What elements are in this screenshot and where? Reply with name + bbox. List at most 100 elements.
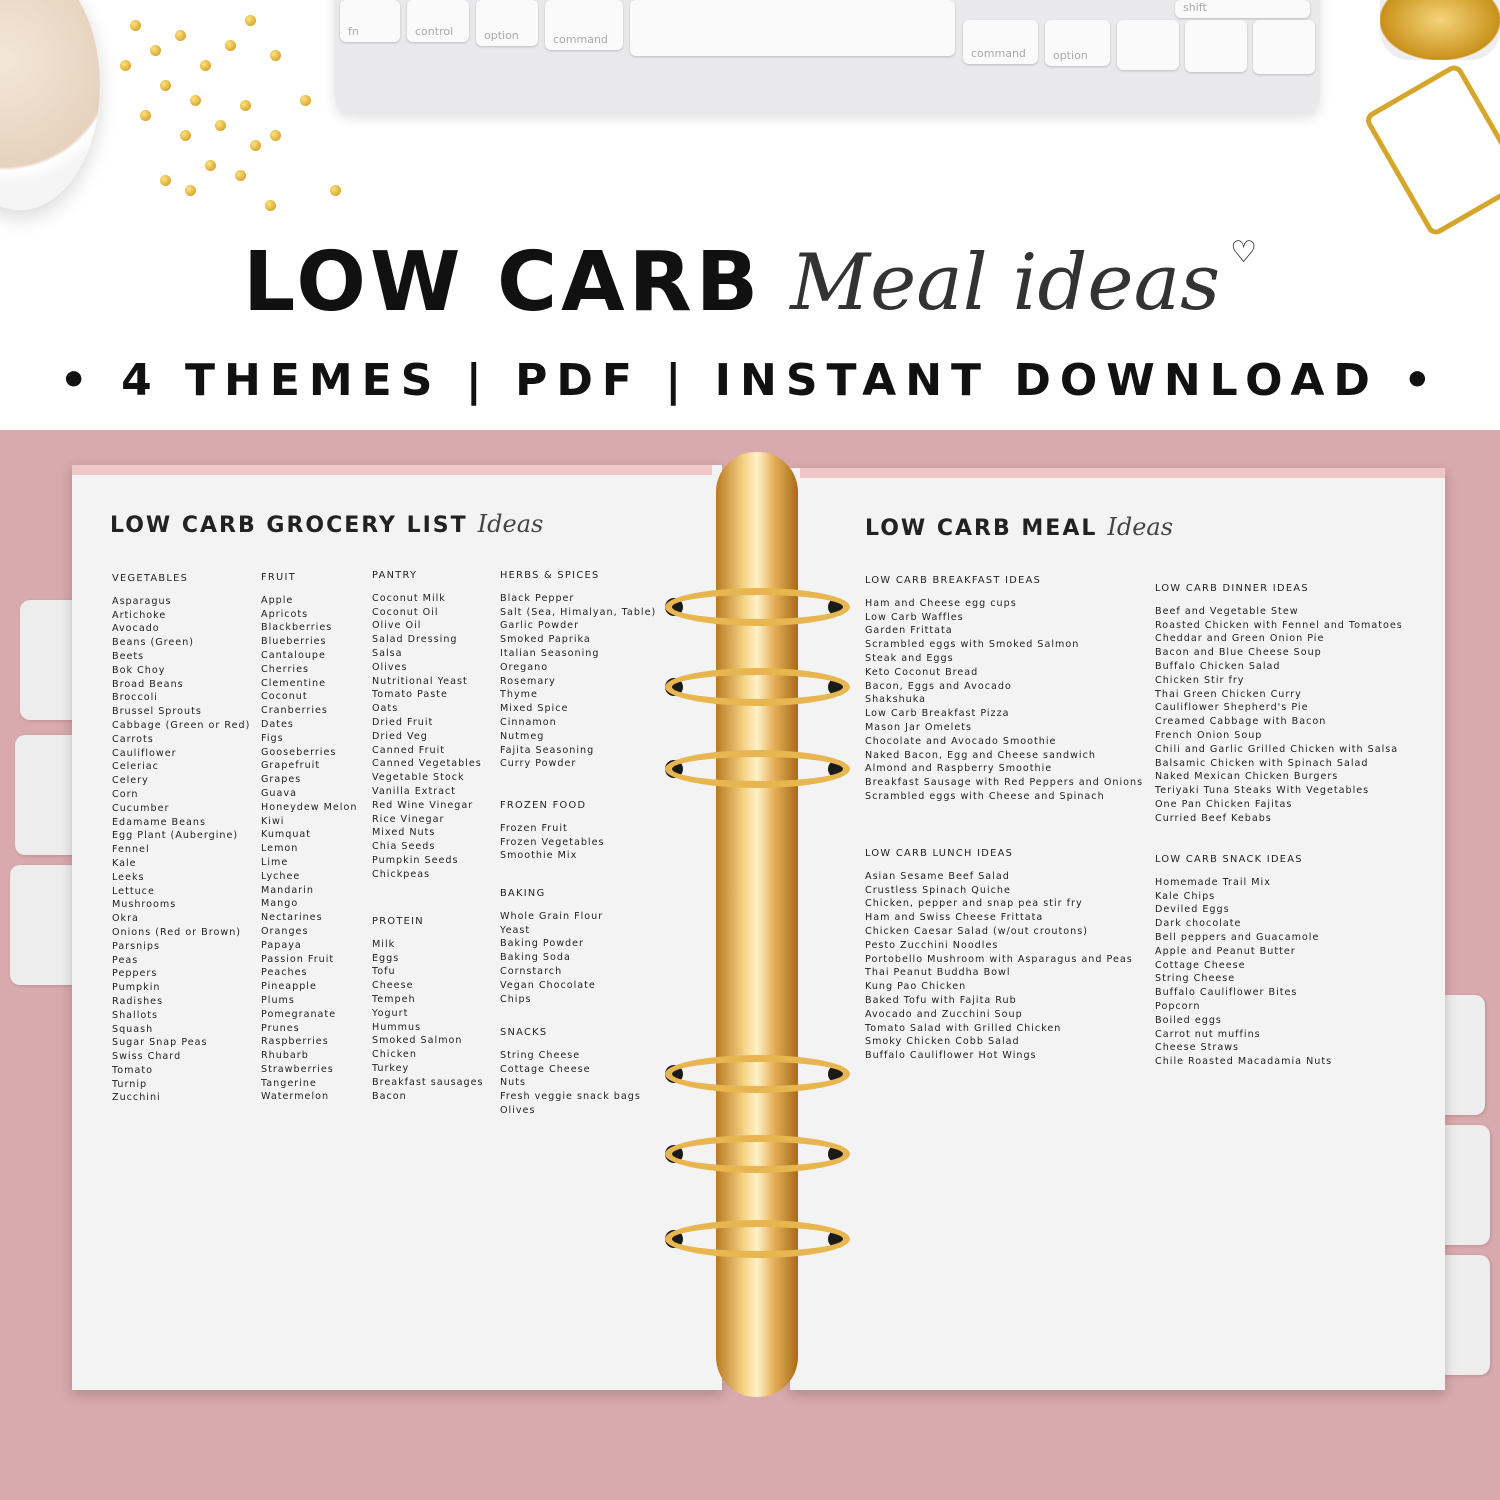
list-item: Crustless Spinach Quiche (865, 884, 1011, 896)
key-right (1253, 20, 1315, 74)
list-item: Teriyaki Tuna Steaks With Vegetables (1155, 785, 1370, 797)
list-item: Chocolate and Avocado Smoothie (865, 735, 1057, 747)
key-left (1117, 20, 1179, 70)
list-item: Buffalo Cauliflower Bites (1155, 987, 1298, 999)
list-item: Smoky Chicken Cobb Salad (865, 1036, 1020, 1048)
list-item: Dark chocolate (1155, 918, 1242, 930)
key-option-right: option (1045, 20, 1110, 66)
list-item: Kumquat (261, 829, 312, 841)
list-item: Avocado (112, 623, 160, 635)
gold-bead (240, 100, 251, 111)
list-item: Pomegranate (261, 1008, 337, 1020)
list-item: Bacon (372, 1090, 407, 1102)
list-item: Pumpkin (112, 982, 161, 994)
section-heading: HERBS & SPICES (500, 570, 600, 581)
list-item: Yogurt (372, 1007, 409, 1019)
list-item: Fresh veggie snack bags (500, 1091, 641, 1103)
list-item: Rosemary (500, 675, 556, 687)
list-item: Bell peppers and Guacamole (1155, 931, 1320, 943)
title-script: Ideas (1107, 513, 1174, 541)
list-item: Whole Grain Flour (500, 910, 604, 922)
title-bold: LOW CARB (242, 235, 763, 330)
list-item: Canned Fruit (372, 744, 446, 756)
snacks-list: SNACKS String Cheese Cottage Cheese Nuts Fre… (500, 1026, 641, 1118)
list-item: Beans (Green) (112, 637, 195, 649)
list-item: Cottage Cheese (500, 1063, 591, 1075)
list-item: Lettuce (112, 885, 155, 897)
list-item: Low Carb Waffles (865, 611, 964, 623)
list-item: Italian Seasoning (500, 647, 600, 659)
list-item: Popcorn (1155, 1000, 1201, 1012)
list-item: Coconut Oil (372, 606, 439, 618)
gold-bead (205, 160, 216, 171)
gold-bead (245, 15, 256, 26)
list-item: Bacon, Eggs and Avocado (865, 680, 1012, 692)
list-item: Cheese (372, 980, 414, 992)
list-item: Blackberries (261, 622, 333, 634)
pantry-list: PANTRY Coconut Milk Coconut Oil Olive Oil Sa… (372, 569, 482, 882)
list-item: Beets (112, 650, 145, 662)
list-item: Tomato (112, 1064, 153, 1076)
list-item: Chips (500, 993, 532, 1005)
gold-bead (265, 200, 276, 211)
section-heading: LOW CARB BREAKFAST IDEAS (865, 575, 1042, 586)
list-item: Artichoke (112, 609, 167, 621)
binder-ring (665, 1055, 850, 1093)
list-item: Kale Chips (1155, 890, 1216, 902)
list-item: Hummus (372, 1021, 422, 1033)
list-item: Salt (Sea, Himalyan, Table) (500, 606, 657, 618)
list-item: Breakfast sausages (372, 1076, 484, 1088)
gold-bead (120, 60, 131, 71)
protein-list: PROTEIN Milk Eggs Tofu Cheese Tempeh Yogurt Hum… (372, 915, 484, 1103)
list-item: Passion Fruit (261, 953, 335, 965)
list-item: Rice Vinegar (372, 813, 445, 825)
section-heading: FRUIT (261, 572, 296, 583)
key-option: option (476, 0, 538, 46)
list-item: Milk (372, 938, 396, 950)
list-item: Curry Powder (500, 758, 577, 770)
list-item: Watermelon (261, 1091, 330, 1103)
gold-bead (215, 120, 226, 131)
list-item: Pesto Zucchini Noodles (865, 939, 999, 951)
list-item: Thai Peanut Buddha Bowl (865, 967, 1011, 979)
list-item: Keto Coconut Bread (865, 666, 979, 678)
list-item: Boiled eggs (1155, 1014, 1222, 1026)
dinner-list: LOW CARB DINNER IDEAS Beef and Vegetable … (1155, 582, 1403, 826)
list-item: Zucchini (112, 1092, 161, 1104)
list-item: Apple and Peanut Butter (1155, 945, 1296, 957)
list-item: Cauliflower (112, 747, 177, 759)
binder-ring (665, 668, 850, 706)
list-item: Ham and Cheese egg cups (865, 597, 1017, 609)
list-item: Scrambled eggs with Smoked Salmon (865, 639, 1080, 651)
list-item: Smoked Paprika (500, 634, 591, 646)
list-item: Broad Beans (112, 678, 184, 690)
heart-icon: ♡ (1230, 235, 1258, 270)
grocery-list-page: LOW CARB GROCERY LIST Ideas VEGETABLES Asp… (72, 465, 722, 1390)
list-item: Buffalo Chicken Salad (1155, 660, 1281, 672)
list-item: Peaches (261, 967, 308, 979)
list-item: Cranberries (261, 705, 328, 717)
coffee-cup (0, 0, 100, 210)
gold-bead (250, 140, 261, 151)
list-item: Pumpkin Seeds (372, 854, 459, 866)
list-item: Sugar Snap Peas (112, 1037, 208, 1049)
list-item: Frozen Fruit (500, 822, 568, 834)
list-item: Chicken Stir fry (1155, 674, 1245, 686)
list-item: Kiwi (261, 815, 285, 827)
list-item: Okra (112, 913, 139, 925)
vegetables-list: VEGETABLES Asparagus Artichoke Avocado Beans… (112, 572, 250, 1105)
list-item: Mixed Nuts (372, 827, 436, 839)
list-item: Prunes (261, 1022, 300, 1034)
list-item: String Cheese (1155, 973, 1236, 985)
section-heading: LOW CARB SNACK IDEAS (1155, 854, 1303, 865)
list-item: Shakshuka (865, 694, 927, 706)
list-item: Gooseberries (261, 746, 337, 758)
list-item: Tomato Paste (372, 689, 448, 701)
gold-binder-clip (1362, 61, 1500, 239)
list-item: Baked Tofu with Fajita Rub (865, 994, 1017, 1006)
gold-bead (270, 130, 281, 141)
list-item: Corn (112, 788, 139, 800)
list-item: Edamame Beans (112, 816, 206, 828)
herbs-list: HERBS & SPICES Black Pepper Salt (Sea, Him… (500, 569, 656, 771)
section-heading: PROTEIN (372, 916, 424, 927)
